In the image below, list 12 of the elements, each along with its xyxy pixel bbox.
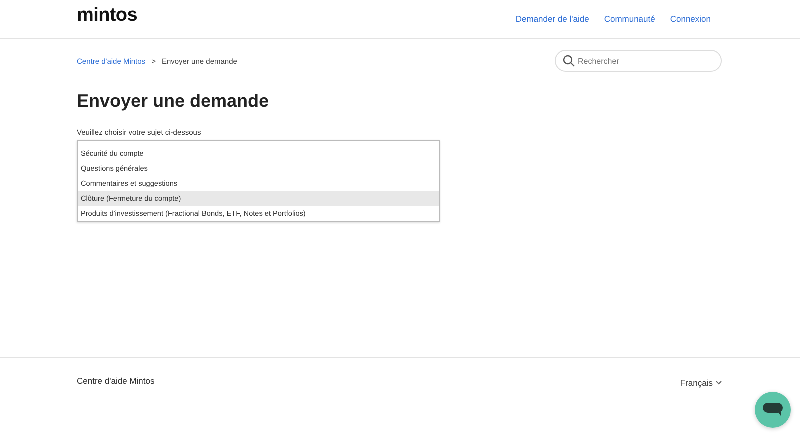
- page-title: Envoyer une demande: [77, 91, 270, 112]
- nav-link[interactable]: Demander de l'aide: [516, 14, 590, 24]
- footer-text: Centre d'aide Mintos: [77, 376, 155, 386]
- chat-bubble-icon: [763, 403, 783, 417]
- search-field[interactable]: Rechercher: [555, 50, 722, 72]
- chat-button[interactable]: [755, 392, 791, 428]
- chevron-down-icon: [716, 381, 722, 385]
- logo[interactable]: mintos: [77, 5, 138, 27]
- nav-link[interactable]: Communauté: [604, 14, 656, 24]
- search-icon: [563, 55, 575, 67]
- nav-link[interactable]: Connexion: [670, 14, 711, 24]
- language-selector[interactable]: Français: [680, 378, 722, 388]
